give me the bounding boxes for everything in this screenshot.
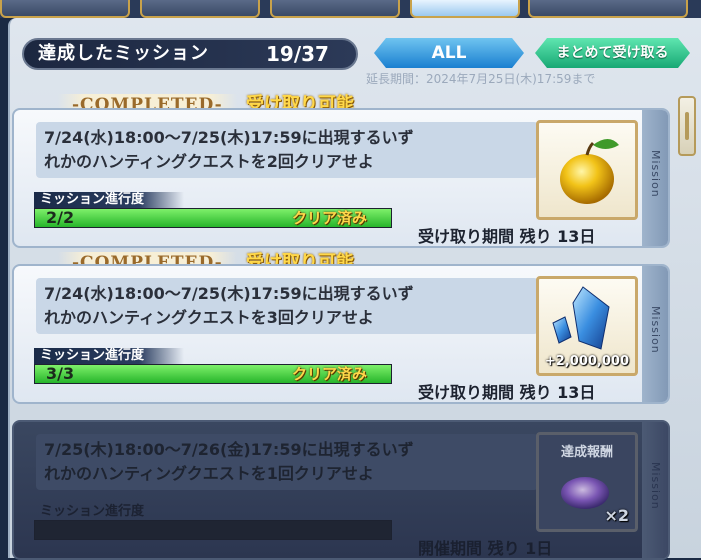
reward-slot[interactable]: +2,000,000 [536, 276, 638, 376]
expiry-text: 開催期間 残り 1日 [418, 539, 553, 558]
reward-slot[interactable]: 達成報酬 ×2 [536, 432, 638, 532]
reward-slot[interactable] [536, 120, 638, 220]
mission-card[interactable]: 7/24(水)18:00〜7/25(木)17:59に出現するいず れかのハンティ… [12, 264, 670, 404]
reward-quantity: ×2 [604, 506, 629, 525]
progress-value: 3/3 [46, 364, 75, 383]
collect-all-button[interactable]: まとめて受け取る [535, 38, 690, 68]
golden-apple-icon [560, 139, 619, 204]
reward-quantity: +2,000,000 [544, 354, 629, 369]
all-filter-button[interactable]: ALL [374, 38, 524, 68]
progress-value: 2/2 [46, 208, 75, 227]
description-line: れかのハンティングクエストを2回クリアせよ [44, 152, 374, 171]
mission-card[interactable]: 7/25(木)18:00〜7/26(金)17:59に出現するいず れかのハンティ… [12, 420, 670, 560]
progress-label: ミッション進行度 [34, 348, 185, 364]
mission-card[interactable]: 7/24(水)18:00〜7/25(木)17:59に出現するいず れかのハンティ… [12, 108, 670, 248]
expiry-text: 受け取り期間 残り 13日 [418, 383, 596, 402]
description-line: 7/25(木)18:00〜7/26(金)17:59に出現するいず [44, 440, 414, 459]
mission-description: 7/24(水)18:00〜7/25(木)17:59に出現するいず れかのハンティ… [44, 126, 524, 174]
top-tab[interactable] [140, 0, 260, 18]
mission-count: 19/37 [266, 42, 329, 66]
top-tab[interactable] [0, 0, 130, 18]
top-tab[interactable] [410, 0, 520, 18]
background-period-text: 延長期間：2024年7月25日(木)17:59まで [366, 72, 596, 86]
progress-label: ミッション進行度 [34, 192, 185, 208]
scrollbar-thumb[interactable] [678, 96, 696, 156]
side-label: Mission [649, 306, 662, 354]
cleared-label: クリア済み [292, 209, 368, 227]
cleared-label: クリア済み [292, 365, 368, 383]
reward-label: 達成報酬 [560, 445, 613, 460]
top-tab[interactable] [270, 0, 400, 18]
progress-label: ミッション進行度 [40, 504, 145, 519]
progress-bar [34, 520, 392, 540]
top-tab-strip [0, 0, 701, 18]
description-line: 7/24(水)18:00〜7/25(木)17:59に出現するいず [44, 284, 414, 303]
scroll-grip-icon [685, 112, 689, 140]
description-line: れかのハンティングクエストを1回クリアせよ [44, 464, 374, 483]
page-title: 達成したミッション [38, 43, 209, 64]
description-line: 7/24(水)18:00〜7/25(木)17:59に出現するいず [44, 128, 414, 147]
mission-description: 7/25(木)18:00〜7/26(金)17:59に出現するいず れかのハンティ… [44, 438, 524, 486]
side-label: Mission [649, 462, 662, 510]
top-tab[interactable] [528, 0, 688, 18]
mission-description: 7/24(水)18:00〜7/25(木)17:59に出現するいず れかのハンティ… [44, 282, 524, 330]
description-line: れかのハンティングクエストを3回クリアせよ [44, 308, 374, 327]
side-label: Mission [649, 150, 662, 198]
expiry-text: 受け取り期間 残り 13日 [418, 227, 596, 246]
